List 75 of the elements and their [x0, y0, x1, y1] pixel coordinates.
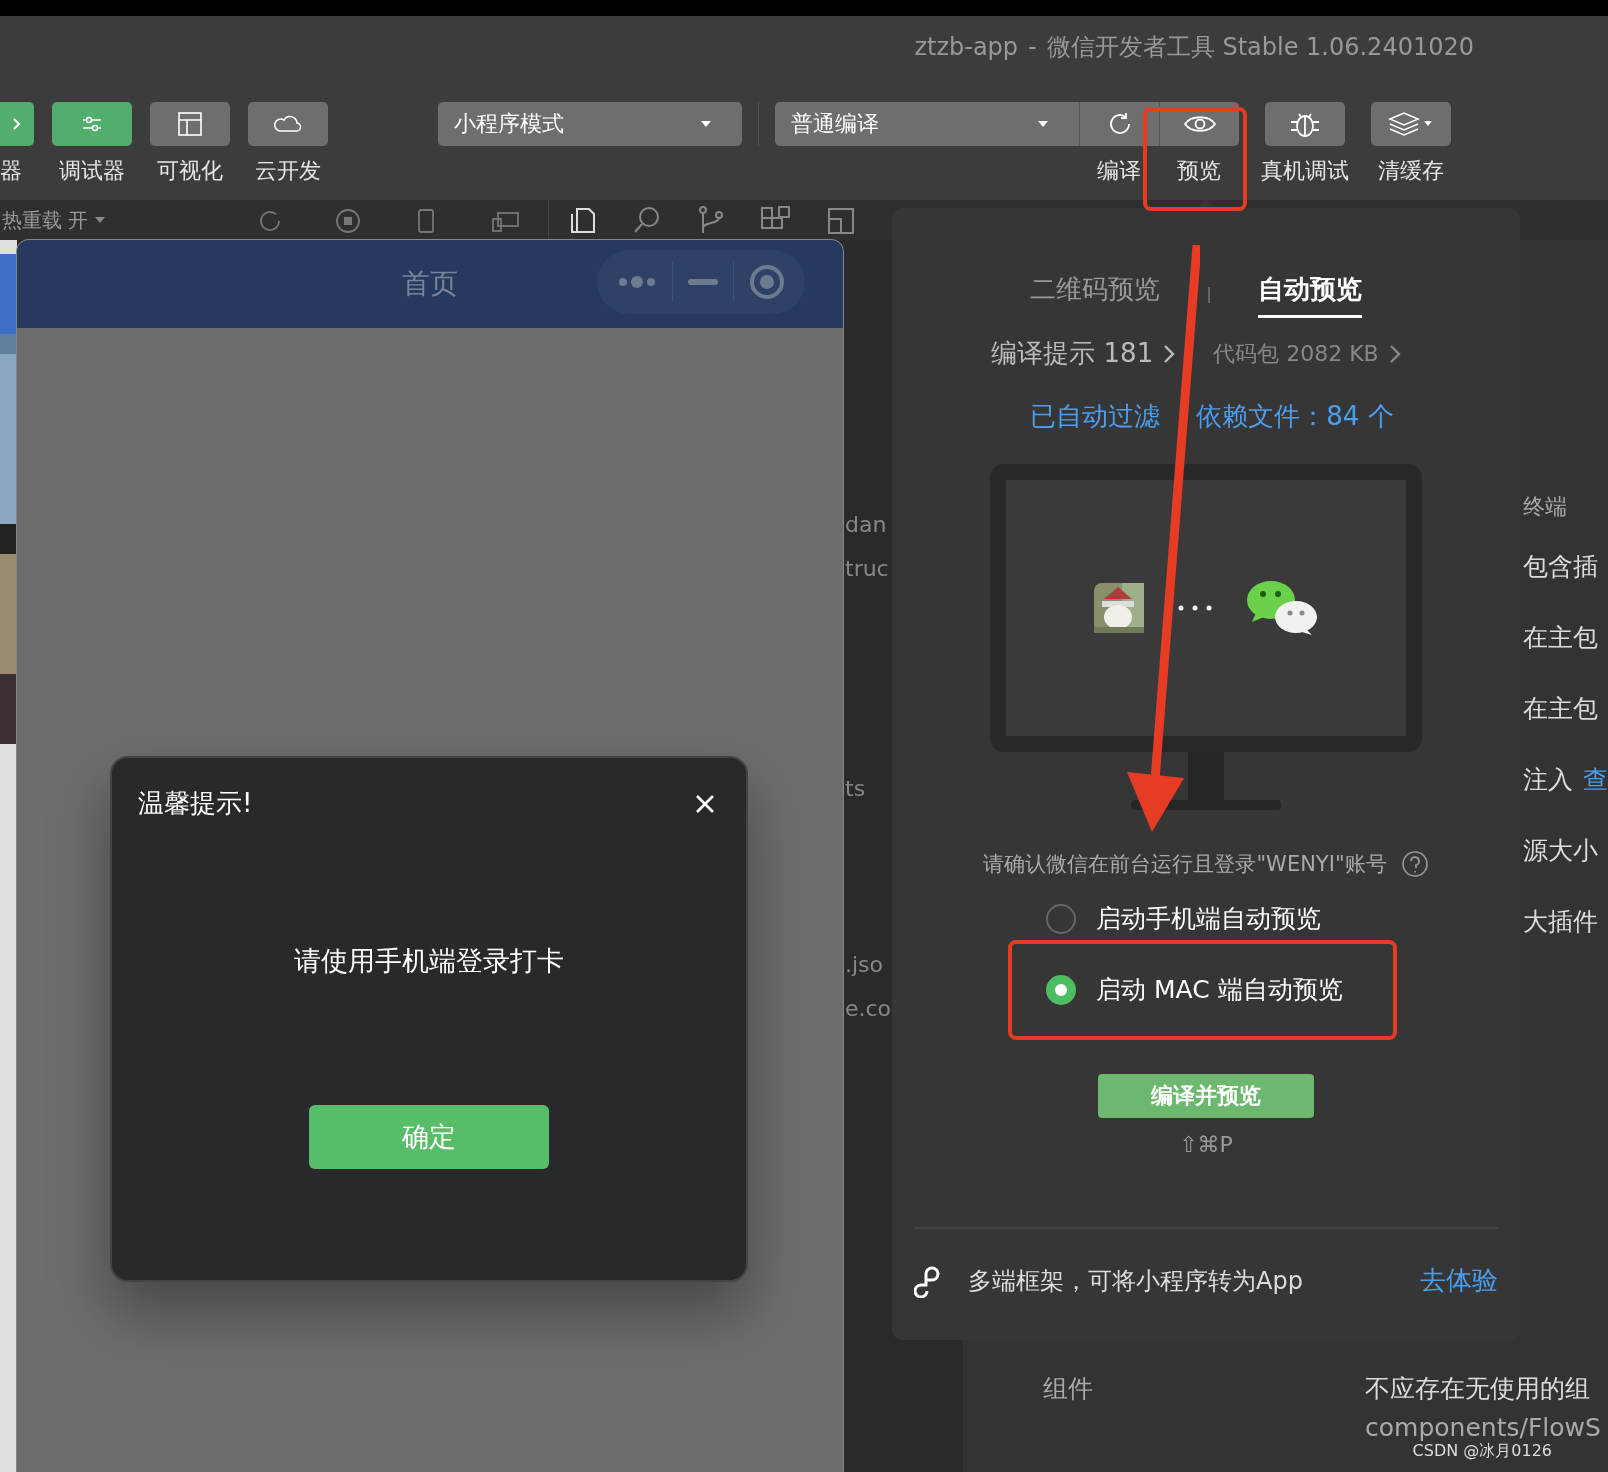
promo-text: 多端框架，可将小程序转为App: [968, 1265, 1303, 1297]
toolbar-icon-button[interactable]: [1079, 102, 1159, 146]
filtered-files-link[interactable]: 已自动过滤: [1030, 399, 1161, 434]
rule-text: 源大小: [1523, 835, 1598, 867]
preview-tab[interactable]: 自动预览: [1258, 272, 1362, 318]
code-fragment: ts: [845, 776, 866, 801]
row-value: 不应存在无使用的组: [1365, 1373, 1591, 1405]
row-label: 组件: [1043, 1373, 1094, 1405]
caret-icon: [1037, 120, 1049, 128]
rule-text: 大插件: [1523, 906, 1598, 938]
shortcut-hint: ⇧⌘P: [1179, 1132, 1233, 1157]
layers-icon: [1388, 111, 1434, 137]
compile-dropdown[interactable]: 普通编译: [775, 102, 1079, 146]
tool-label: 调试器: [59, 157, 125, 185]
option-label: 启动手机端自动预览: [1096, 903, 1321, 935]
layout-icon: [177, 111, 203, 137]
cloud-icon: [273, 113, 303, 135]
try-link[interactable]: 去体验: [1420, 1263, 1498, 1298]
file-path: components/FlowS: [1365, 1413, 1601, 1442]
tool-label: 真机调试: [1261, 157, 1349, 185]
stop-icon[interactable]: [334, 207, 363, 233]
minimize-icon[interactable]: [687, 278, 718, 286]
dialog-title: 温馨提示!: [138, 787, 253, 820]
chat-bubbles-icon: [1246, 580, 1318, 636]
code-fragment: .jso: [845, 952, 884, 977]
terminal-tab[interactable]: 终端: [1523, 494, 1567, 519]
dots-icon: [1178, 605, 1212, 611]
filtered-files-link[interactable]: 依赖文件：84 个: [1196, 399, 1394, 434]
page-title: 首页: [402, 266, 458, 302]
chevron-icon: [11, 116, 23, 132]
eye-icon: [1182, 113, 1217, 135]
tool-label: 预览: [1176, 157, 1222, 185]
compile-preview-button[interactable]: 编译并预览: [1098, 1074, 1314, 1118]
tool-label: 器: [0, 157, 22, 185]
tool-label: 编译: [1096, 157, 1142, 185]
rule-text: 在主包: [1523, 622, 1598, 654]
compile-hints-link[interactable]: 编译提示 181: [991, 336, 1154, 371]
tool-label: 可视化: [157, 157, 223, 185]
radio-button[interactable]: [1046, 974, 1076, 1005]
credit-text: CSDN @冰月0126: [1412, 1441, 1552, 1462]
dialog-message: 请使用手机端登录打卡: [294, 944, 564, 978]
code-fragment: dan: [845, 512, 887, 537]
login-hint: 请确认微信在前台运行且登录"WENYI"账号: [983, 851, 1387, 878]
toolbar-icon-button[interactable]: [1159, 102, 1239, 146]
rule-text: 注入: [1523, 764, 1573, 796]
rule-text: 包含插: [1523, 551, 1598, 583]
package-size-link[interactable]: 代码包 2082 KB: [1213, 338, 1379, 369]
caret-icon: [700, 120, 712, 128]
view-link[interactable]: 查: [1583, 763, 1608, 796]
more-icon[interactable]: [616, 275, 657, 289]
rule-text: 在主包: [1523, 693, 1598, 725]
toolbar-icon-button[interactable]: [1265, 102, 1345, 146]
close-icon[interactable]: [694, 792, 716, 815]
code-fragment: e.co: [845, 996, 892, 1021]
help-icon[interactable]: [1400, 850, 1429, 878]
tool-button[interactable]: [52, 102, 132, 146]
tool-label: 清缓存: [1378, 157, 1444, 185]
chevron-icon: [1163, 343, 1176, 364]
radio-button[interactable]: [1046, 903, 1076, 934]
code-fragment: truc: [845, 556, 889, 581]
chevron-icon: [1388, 343, 1401, 364]
window-subtitle: 微信开发者工具 Stable 1.06.2401020: [1046, 32, 1474, 63]
window-title: ztzb-app: [914, 33, 1019, 61]
tool-button[interactable]: [248, 102, 328, 146]
preview-tab[interactable]: 二维码预览: [1030, 272, 1160, 318]
caret-icon: [94, 216, 107, 224]
hot-reload-toggle[interactable]: 热重载 开: [2, 206, 89, 234]
option-label: 启动 MAC 端自动预览: [1096, 974, 1343, 1006]
toolbar-icon-button[interactable]: [1371, 102, 1451, 146]
tool-label: 云开发: [255, 157, 321, 185]
mode-dropdown[interactable]: 小程序模式: [438, 102, 742, 146]
target-icon[interactable]: [749, 264, 786, 300]
tool-button[interactable]: [150, 102, 230, 146]
title-separator: -: [1028, 33, 1037, 61]
confirm-button[interactable]: 确定: [309, 1105, 549, 1169]
